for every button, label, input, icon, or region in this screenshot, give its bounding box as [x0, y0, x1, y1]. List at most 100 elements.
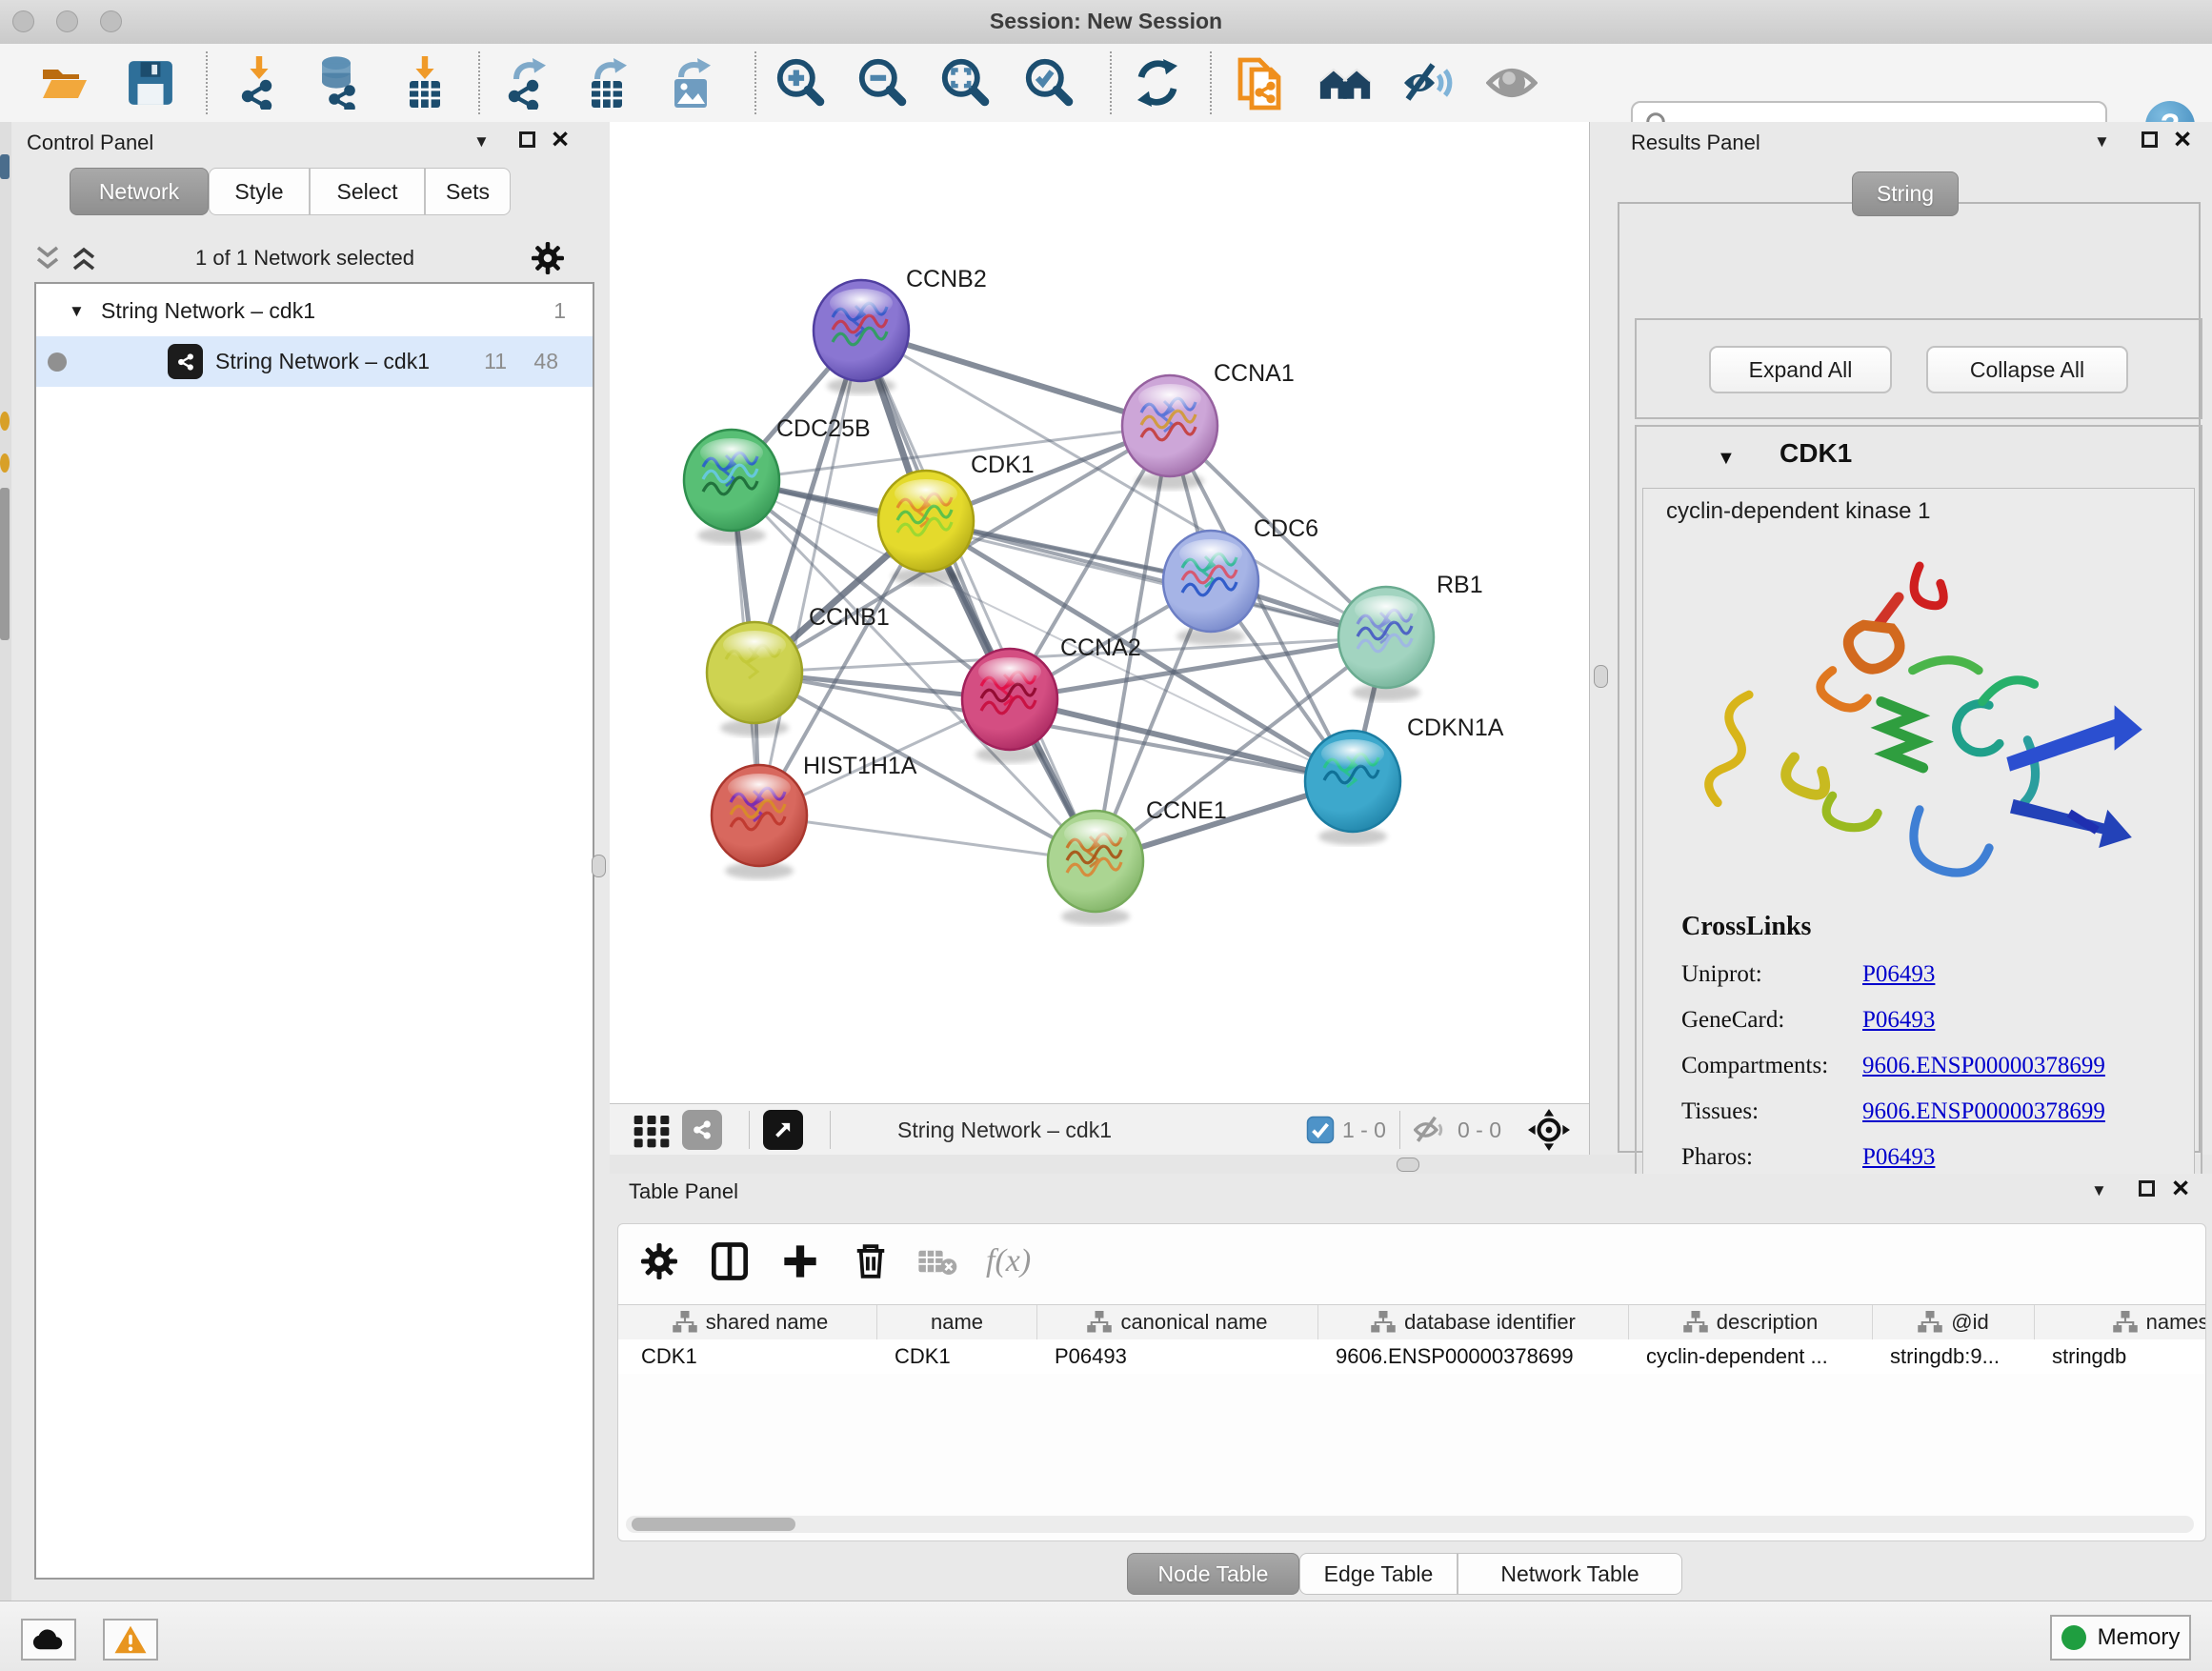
- panel-close-button[interactable]: ×: [552, 130, 569, 149]
- divider-grip[interactable]: [1594, 665, 1608, 688]
- right-split-divider[interactable]: [1589, 122, 1611, 1155]
- zoom-fit-button[interactable]: [939, 55, 993, 111]
- column-header-database-identifier[interactable]: database identifier: [1318, 1305, 1629, 1339]
- export-network-button[interactable]: [499, 55, 553, 111]
- network-graph[interactable]: CCNB2CCNA1CDC25BCDK1CDC6RB1CCNB1CCNA2CDK…: [610, 122, 1589, 1103]
- tab-node-table[interactable]: Node Table: [1127, 1553, 1299, 1595]
- graph-node-CDC25B[interactable]: CDC25B: [684, 415, 871, 544]
- hidden-eye-icon[interactable]: [1414, 1115, 1450, 1145]
- share-file-button[interactable]: [1236, 55, 1289, 111]
- panel-menu-caret-icon[interactable]: ▼: [2094, 132, 2110, 151]
- tab-sets[interactable]: Sets: [425, 168, 511, 215]
- graph-node-CDKN1A[interactable]: CDKN1A: [1305, 715, 1504, 845]
- network-collection-row[interactable]: ▼ String Network – cdk1 1: [36, 286, 593, 336]
- network-edge-count: 48: [533, 349, 558, 374]
- zoom-in-button[interactable]: [774, 55, 828, 111]
- export-image-button[interactable]: [664, 55, 717, 111]
- tab-network[interactable]: Network: [70, 168, 209, 215]
- divider-grip[interactable]: [592, 855, 606, 877]
- tab-style[interactable]: Style: [209, 168, 310, 215]
- import-network-file-button[interactable]: [232, 55, 286, 111]
- graph-node-CCNB2[interactable]: CCNB2: [814, 266, 987, 394]
- import-table-icon: [400, 56, 450, 110]
- tab-string[interactable]: String: [1852, 171, 1959, 216]
- section-expander-icon[interactable]: ▼: [1717, 448, 1736, 470]
- import-network-database-button[interactable]: [313, 55, 367, 111]
- panel-close-button[interactable]: ×: [2172, 1178, 2189, 1198]
- birds-eye-view-icon[interactable]: [763, 1110, 803, 1150]
- string-home-button[interactable]: [1318, 55, 1372, 111]
- column-header-canonical-name[interactable]: canonical name: [1037, 1305, 1318, 1339]
- graph-edge-CCNE1-HIST1H1A[interactable]: [759, 815, 1096, 861]
- show-all-button[interactable]: [1485, 55, 1538, 111]
- network-share-view-icon[interactable]: [682, 1110, 722, 1150]
- save-session-button[interactable]: [124, 55, 177, 111]
- graph-edge-CCNB2-HIST1H1A[interactable]: [759, 331, 861, 815]
- graph-node-RB1[interactable]: RB1: [1338, 572, 1483, 701]
- panel-float-button[interactable]: [2139, 1180, 2155, 1197]
- zoom-selected-button[interactable]: [1023, 55, 1076, 111]
- divider-grip[interactable]: [1397, 1158, 1419, 1172]
- crosslink-uniprot[interactable]: P06493: [1862, 961, 1935, 988]
- function-builder-button[interactable]: f(x): [986, 1243, 1031, 1279]
- export-table-button[interactable]: [580, 55, 633, 111]
- current-network-dot-icon: [48, 352, 67, 372]
- toolbar-separator: [478, 51, 480, 114]
- tab-select[interactable]: Select: [310, 168, 425, 215]
- crosslink-compartments[interactable]: 9606.ENSP00000378699: [1862, 1053, 2105, 1079]
- column-header-description[interactable]: description: [1629, 1305, 1873, 1339]
- graph-node-CCNE1[interactable]: CCNE1: [1048, 797, 1227, 925]
- graph-edge-CCNB2-CCNE1[interactable]: [861, 331, 1096, 861]
- tree-expander-icon[interactable]: ▼: [69, 302, 85, 321]
- refresh-view-button[interactable]: [1131, 55, 1184, 111]
- crosslink-pharos[interactable]: P06493: [1862, 1144, 1935, 1171]
- column-header-name[interactable]: name: [877, 1305, 1037, 1339]
- scrollbar-thumb[interactable]: [632, 1518, 795, 1531]
- column-header-namespace[interactable]: namespace: [2035, 1305, 2206, 1339]
- cell-database-identifier: 9606.ENSP00000378699: [1318, 1339, 1629, 1374]
- show-columns-button[interactable]: [704, 1236, 755, 1287]
- table-settings-button[interactable]: [633, 1236, 685, 1287]
- panel-menu-caret-icon[interactable]: ▼: [2091, 1181, 2107, 1200]
- export-network-icon: [501, 56, 551, 110]
- panel-float-button[interactable]: [2142, 131, 2158, 148]
- graph-node-label-CDC6: CDC6: [1254, 515, 1318, 542]
- collapse-all-button[interactable]: Collapse All: [1926, 346, 2128, 393]
- crosslink-genecard[interactable]: P06493: [1862, 1007, 1935, 1034]
- delete-column-button[interactable]: [845, 1236, 896, 1287]
- column-header-shared-name[interactable]: shared name: [624, 1305, 877, 1339]
- fit-selected-crosshair-icon[interactable]: [1528, 1109, 1570, 1151]
- graph-node-label-CCNB2: CCNB2: [906, 266, 987, 292]
- hide-panel-button[interactable]: [1401, 55, 1455, 111]
- table-row[interactable]: CDK1 CDK1 P06493 9606.ENSP00000378699 cy…: [618, 1339, 2206, 1374]
- import-table-file-button[interactable]: [398, 55, 452, 111]
- table-type-tabs: Node Table Edge Table Network Table: [1127, 1553, 1682, 1595]
- gear-icon[interactable]: [532, 242, 564, 274]
- warnings-button[interactable]: [103, 1619, 158, 1661]
- expand-all-button[interactable]: Expand All: [1709, 346, 1892, 393]
- horizontal-scrollbar[interactable]: [626, 1516, 2194, 1533]
- crosslink-row: Compartments: 9606.ENSP00000378699: [1681, 1053, 2105, 1079]
- current-network-title: String Network – cdk1: [897, 1117, 1112, 1143]
- panel-close-button[interactable]: ×: [2174, 130, 2191, 149]
- crosslink-label: Uniprot:: [1681, 961, 1862, 988]
- tab-network-table[interactable]: Network Table: [1458, 1553, 1682, 1595]
- add-column-button[interactable]: [774, 1236, 826, 1287]
- network-row-selected[interactable]: String Network – cdk1 11 48: [36, 336, 593, 387]
- network-canvas[interactable]: CCNB2CCNA1CDC25BCDK1CDC6RB1CCNB1CCNA2CDK…: [610, 122, 1589, 1104]
- crosslink-tissues[interactable]: 9606.ENSP00000378699: [1862, 1098, 2105, 1125]
- memory-button[interactable]: Memory: [2050, 1615, 2191, 1661]
- open-session-button[interactable]: [38, 55, 91, 111]
- crosslink-row: Tissues: 9606.ENSP00000378699: [1681, 1098, 2105, 1125]
- tab-edge-table[interactable]: Edge Table: [1299, 1553, 1458, 1595]
- graph-node-HIST1H1A[interactable]: HIST1H1A: [712, 753, 917, 879]
- cloud-icon: [30, 1626, 67, 1653]
- zoom-out-button[interactable]: [856, 55, 910, 111]
- panel-menu-caret-icon[interactable]: ▼: [473, 132, 490, 151]
- panel-float-button[interactable]: [519, 131, 535, 148]
- cloud-status-button[interactable]: [21, 1619, 76, 1661]
- graph-node-CCNA1[interactable]: CCNA1: [1122, 360, 1295, 490]
- column-header-id[interactable]: @id: [1873, 1305, 2035, 1339]
- grid-view-icon[interactable]: [633, 1111, 671, 1149]
- selected-checkbox-icon[interactable]: [1306, 1116, 1335, 1144]
